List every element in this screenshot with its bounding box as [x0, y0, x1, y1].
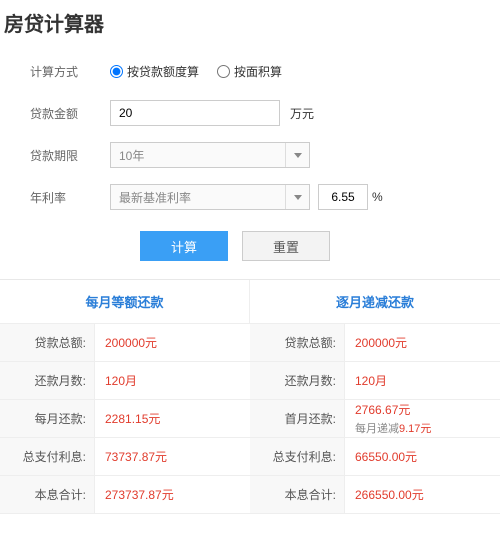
calculate-button[interactable]: 计算 — [140, 231, 228, 261]
loan-term-value: 10年 — [111, 147, 285, 164]
loan-amount-input[interactable] — [110, 100, 280, 126]
form-area: 计算方式 按贷款额度算 按面积算 贷款金额 万元 贷款期限 10年 年利率 — [0, 47, 500, 279]
interest-label: 总支付利息: — [250, 438, 345, 475]
radio-by-amount-label: 按贷款额度算 — [127, 63, 199, 80]
radio-by-area[interactable]: 按面积算 — [217, 63, 282, 80]
results-area: 每月等额还款 贷款总额: 200000元 还款月数: 120月 每月还款: 22… — [0, 279, 500, 514]
table-row: 总支付利息: 66550.00元 — [250, 438, 500, 476]
calc-method-radio-group: 按贷款额度算 按面积算 — [110, 63, 282, 80]
equal-payment-column: 每月等额还款 贷款总额: 200000元 还款月数: 120月 每月还款: 22… — [0, 280, 250, 514]
months-value: 120月 — [345, 372, 500, 389]
table-row: 每月还款: 2281.15元 — [0, 400, 250, 438]
first-sub: 每月递减9.17元 — [355, 420, 500, 436]
loan-term-select[interactable]: 10年 — [110, 142, 310, 168]
decreasing-header: 逐月递减还款 — [250, 280, 500, 324]
radio-by-area-label: 按面积算 — [234, 63, 282, 80]
loan-term-label: 贷款期限 — [30, 147, 110, 164]
chevron-down-icon — [285, 143, 309, 167]
monthly-label: 每月还款: — [0, 400, 95, 437]
loan-amount-label: 贷款金额 — [30, 105, 110, 122]
row-loan-term: 贷款期限 10年 — [30, 135, 500, 175]
sum-value: 266550.00元 — [345, 486, 500, 503]
sum-value: 273737.87元 — [95, 486, 250, 503]
calc-method-label: 计算方式 — [30, 63, 110, 80]
table-row: 总支付利息: 73737.87元 — [0, 438, 250, 476]
row-rate: 年利率 最新基准利率 % — [30, 177, 500, 217]
table-row: 首月还款: 2766.67元 每月递减9.17元 — [250, 400, 500, 438]
table-row: 贷款总额: 200000元 — [0, 324, 250, 362]
table-row: 贷款总额: 200000元 — [250, 324, 500, 362]
table-row: 本息合计: 266550.00元 — [250, 476, 500, 514]
table-row: 本息合计: 273737.87元 — [0, 476, 250, 514]
rate-unit: % — [372, 190, 383, 204]
loan-amount-unit: 万元 — [290, 105, 314, 122]
months-label: 还款月数: — [250, 362, 345, 399]
row-loan-amount: 贷款金额 万元 — [30, 93, 500, 133]
total-loan-label: 贷款总额: — [250, 324, 345, 361]
button-row: 计算 重置 — [30, 219, 500, 279]
radio-by-amount[interactable]: 按贷款额度算 — [110, 63, 199, 80]
row-calc-method: 计算方式 按贷款额度算 按面积算 — [30, 51, 500, 91]
months-label: 还款月数: — [0, 362, 95, 399]
total-loan-value: 200000元 — [95, 334, 250, 351]
total-loan-value: 200000元 — [345, 334, 500, 351]
table-row: 还款月数: 120月 — [250, 362, 500, 400]
interest-value: 73737.87元 — [95, 448, 250, 465]
radio-by-area-input[interactable] — [217, 65, 230, 78]
chevron-down-icon — [285, 185, 309, 209]
interest-value: 66550.00元 — [345, 448, 500, 465]
sum-label: 本息合计: — [250, 476, 345, 513]
rate-label: 年利率 — [30, 189, 110, 206]
equal-header: 每月等额还款 — [0, 280, 250, 324]
table-row: 还款月数: 120月 — [0, 362, 250, 400]
decreasing-payment-column: 逐月递减还款 贷款总额: 200000元 还款月数: 120月 首月还款: 27… — [250, 280, 500, 514]
sum-label: 本息合计: — [0, 476, 95, 513]
first-value: 2766.67元 每月递减9.17元 — [345, 401, 500, 436]
rate-select[interactable]: 最新基准利率 — [110, 184, 310, 210]
rate-input[interactable] — [318, 184, 368, 210]
months-value: 120月 — [95, 372, 250, 389]
radio-by-amount-input[interactable] — [110, 65, 123, 78]
first-label: 首月还款: — [250, 400, 345, 437]
rate-select-text: 最新基准利率 — [111, 189, 285, 206]
total-loan-label: 贷款总额: — [0, 324, 95, 361]
interest-label: 总支付利息: — [0, 438, 95, 475]
monthly-value: 2281.15元 — [95, 410, 250, 427]
page-title: 房贷计算器 — [0, 0, 500, 47]
reset-button[interactable]: 重置 — [242, 231, 330, 261]
